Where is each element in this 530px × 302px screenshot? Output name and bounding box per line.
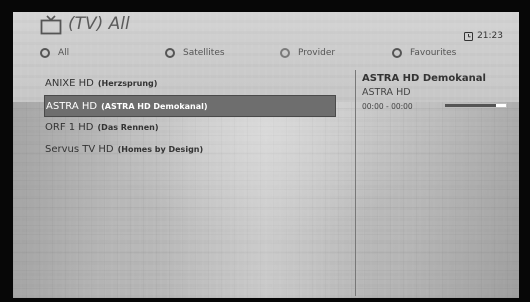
channel-row[interactable]: ANIXE HD (Herzsprung) xyxy=(44,73,336,95)
program-progress-fill xyxy=(445,104,496,107)
filter-favourites[interactable]: Favourites xyxy=(392,48,456,58)
channel-name: ASTRA HD xyxy=(46,101,98,112)
channel-name: ORF 1 HD xyxy=(45,122,94,133)
channel-name: ANIXE HD xyxy=(45,78,94,89)
channel-row[interactable]: Servus TV HD (Homes by Design) xyxy=(44,139,336,161)
tv-icon xyxy=(40,15,62,35)
filter-bar: All Satellites Provider Favourites xyxy=(40,48,510,62)
channel-program: (Homes by Design) xyxy=(117,145,204,154)
program-progress-bar xyxy=(444,103,507,108)
filter-all[interactable]: All xyxy=(40,48,69,58)
radio-icon xyxy=(165,48,175,58)
radio-icon xyxy=(392,48,402,58)
channel-name: Servus TV HD xyxy=(45,144,114,155)
channel-program: (Herzsprung) xyxy=(97,79,158,88)
filter-favourites-label: Favourites xyxy=(410,48,457,58)
filter-satellites[interactable]: Satellites xyxy=(165,48,225,58)
clock: 21:23 xyxy=(464,31,503,41)
panel-divider xyxy=(355,70,356,296)
channel-row[interactable]: ASTRA HD (ASTRA HD Demokanal) xyxy=(44,95,336,117)
clock-time: 21:23 xyxy=(477,31,503,41)
list-title: (TV) All xyxy=(68,14,130,34)
channel-row[interactable]: ORF 1 HD (Das Rennen) xyxy=(44,117,336,139)
channel-program: (Das Rennen) xyxy=(97,123,159,132)
program-channel: ASTRA HD xyxy=(362,87,411,98)
channel-program: (ASTRA HD Demokanal) xyxy=(101,102,208,111)
filter-provider-label: Provider xyxy=(298,48,336,58)
program-title: ASTRA HD Demokanal xyxy=(362,73,486,84)
clock-icon xyxy=(464,31,474,41)
radio-icon xyxy=(280,48,290,58)
program-info-panel: ASTRA HD Demokanal ASTRA HD 00:00 - 00:0… xyxy=(362,72,512,112)
channel-list: ANIXE HD (Herzsprung) ASTRA HD (ASTRA HD D… xyxy=(44,73,336,161)
radio-icon xyxy=(40,48,50,58)
filter-all-label: All xyxy=(58,48,70,58)
tv-frame: (TV) All 21:23 All Satellites Provider F… xyxy=(0,0,530,302)
filter-provider[interactable]: Provider xyxy=(280,48,335,58)
filter-satellites-label: Satellites xyxy=(183,48,225,58)
